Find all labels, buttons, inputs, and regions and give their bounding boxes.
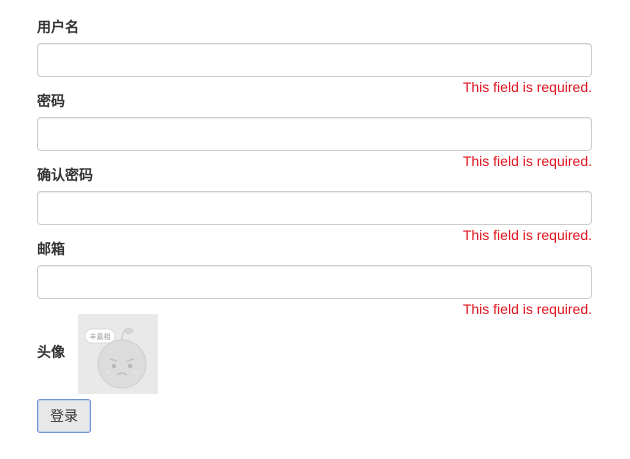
avatar-label: 头像	[37, 345, 65, 361]
email-field-group: 邮箱 This field is required.	[37, 222, 592, 317]
password-field-group: 密码 This field is required.	[37, 74, 592, 169]
login-button[interactable]: 登录	[37, 399, 91, 433]
email-label: 邮箱	[37, 242, 65, 258]
confirm-password-label: 确认密码	[37, 168, 93, 184]
registration-form: 用户名 This field is required. 密码 This fiel…	[37, 0, 592, 317]
username-label: 用户名	[37, 20, 79, 36]
email-error: This field is required.	[462, 301, 592, 317]
username-input[interactable]	[37, 43, 592, 77]
confirm-password-input[interactable]	[37, 191, 592, 225]
avatar-image[interactable]: 丰嘉相	[78, 314, 158, 394]
avatar-badge-text: 丰嘉相	[90, 332, 111, 341]
password-label: 密码	[37, 94, 65, 110]
avatar-field-group: 头像 丰嘉相	[37, 314, 337, 394]
password-input[interactable]	[37, 117, 592, 151]
placeholder-face-icon: 丰嘉相	[78, 314, 158, 394]
email-input[interactable]	[37, 265, 592, 299]
confirm-password-field-group: 确认密码 This field is required.	[37, 148, 592, 243]
username-field-group: 用户名 This field is required.	[37, 0, 592, 95]
